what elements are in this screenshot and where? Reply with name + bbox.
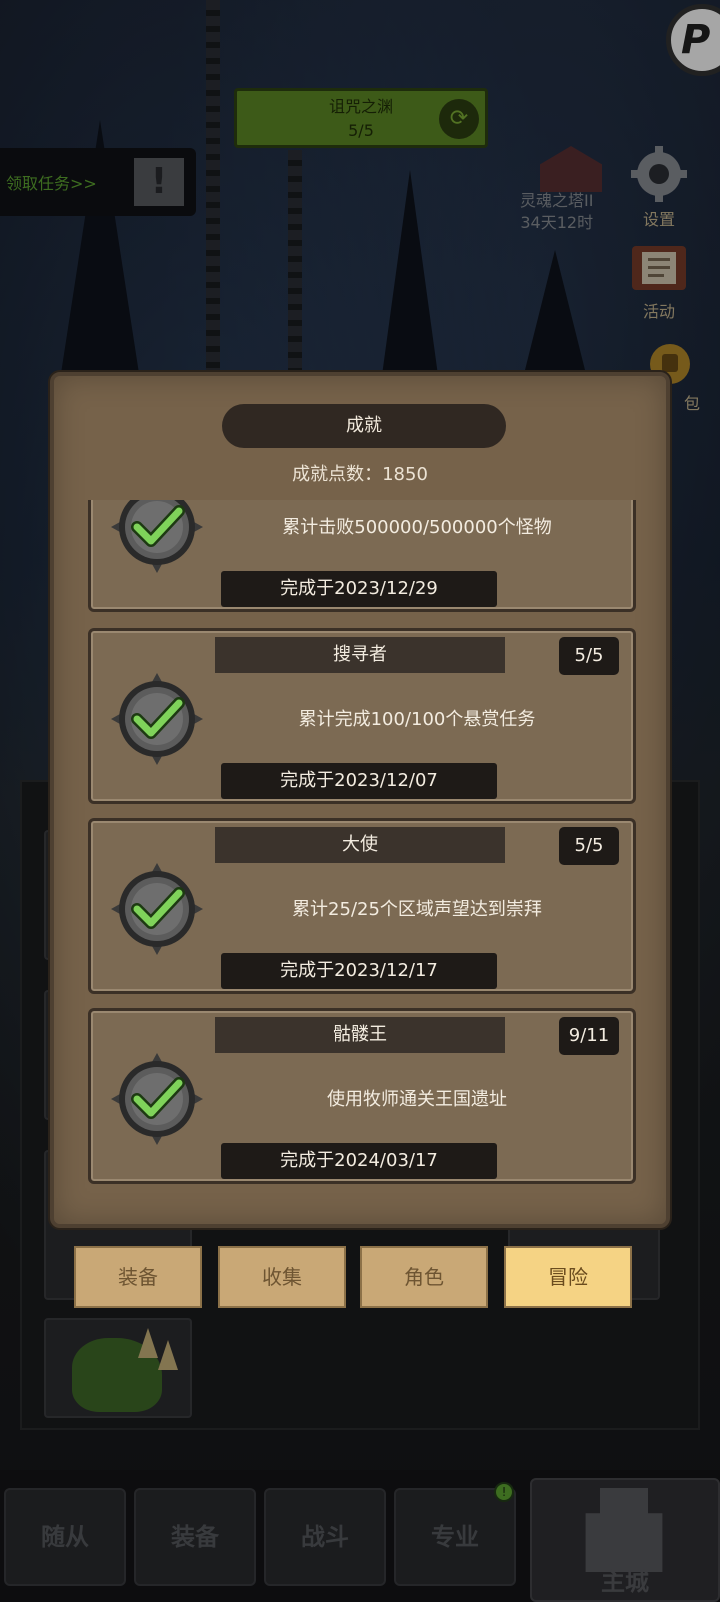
achievement-description: 累计击败500000/500000个怪物 [282,517,552,538]
achievement-completed-date: 完成于2023/12/17 [221,953,497,989]
achievement-card[interactable]: 大使 5/5 累计25/25个区域声望达到崇拜 完成于2023/12/17 [88,818,636,994]
achievement-progress: 5/5 [559,827,619,865]
achievement-progress: 5/5 [559,637,619,675]
achievement-completed-date: 完成于2023/12/29 [221,571,497,607]
tab-character[interactable]: 角色 [360,1246,488,1308]
achievement-description: 使用牧师通关王国遗址 [327,1089,507,1110]
tab-equipment[interactable]: 装备 [74,1246,202,1308]
tab-adventure[interactable]: 冒险 [504,1246,632,1308]
achievement-points: 成就点数：1850 [292,464,428,485]
achievement-card[interactable]: 骷髅王 9/11 使用牧师通关王国遗址 完成于2024/03/17 [88,1008,636,1184]
achievement-name: 大使 [215,827,505,863]
achievement-completed-date: 完成于2023/12/07 [221,763,497,799]
achievement-description: 累计完成100/100个悬赏任务 [298,709,536,730]
achievement-description: 累计25/25个区域声望达到崇拜 [292,899,542,920]
check-badge-icon [111,500,203,573]
achievements-modal: 成就 成就点数：1850 累计击败500000/500000个怪物 完成于202… [50,372,670,1228]
achievement-card[interactable]: 搜寻者 5/5 累计完成100/100个悬赏任务 完成于2023/12/07 [88,628,636,804]
achievement-name: 搜寻者 [215,637,505,673]
check-badge-icon [111,1053,203,1145]
achievement-progress: 9/11 [559,1017,619,1055]
check-badge-icon [111,673,203,765]
modal-title: 成就 [222,404,506,448]
achievement-completed-date: 完成于2024/03/17 [221,1143,497,1179]
check-badge-icon [111,863,203,955]
achievement-list[interactable]: 累计击败500000/500000个怪物 完成于2023/12/29 搜寻者 5… [86,500,636,1212]
tab-collection[interactable]: 收集 [218,1246,346,1308]
achievement-card[interactable]: 累计击败500000/500000个怪物 完成于2023/12/29 [88,500,636,612]
achievement-name: 骷髅王 [215,1017,505,1053]
